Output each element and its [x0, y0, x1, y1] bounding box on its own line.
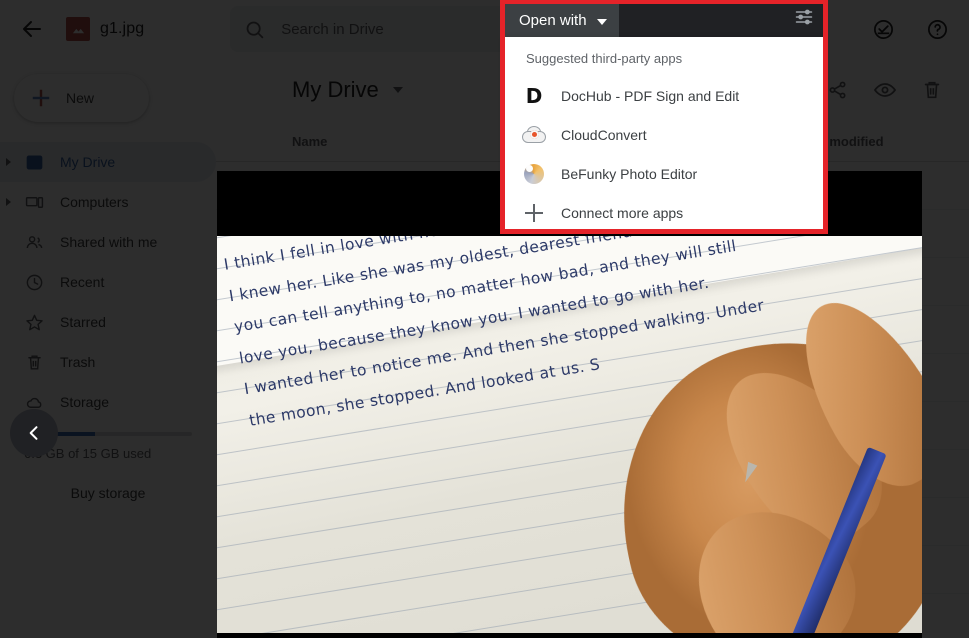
computer-icon — [24, 192, 44, 212]
sidebar-item-recent[interactable]: Recent — [0, 262, 216, 302]
cloudconvert-icon — [521, 122, 547, 148]
sidebar-item-label: Storage — [60, 394, 110, 410]
sidebar-item-label: My Drive — [60, 154, 116, 170]
buy-storage-button[interactable]: Buy storage — [0, 485, 216, 501]
content-action-icons — [827, 78, 969, 102]
search-options-icon[interactable] — [794, 7, 814, 27]
preview-eye-icon[interactable] — [873, 78, 897, 102]
collapse-sidebar-button[interactable] — [10, 409, 58, 457]
search-icon — [244, 19, 265, 40]
open-with-button[interactable]: Open with — [505, 4, 619, 37]
plus-icon — [521, 200, 547, 226]
chevron-right-icon[interactable] — [6, 198, 11, 206]
clock-icon — [24, 272, 44, 292]
sidebar-item-label: Shared with me — [60, 234, 158, 250]
befunky-icon — [521, 161, 547, 187]
chevron-right-icon[interactable] — [6, 158, 11, 166]
chevron-down-icon[interactable] — [392, 87, 403, 93]
file-name-label: g1.jpg — [100, 20, 145, 37]
back-button[interactable] — [8, 5, 56, 53]
image-file-icon — [66, 17, 90, 41]
menu-item-dochub[interactable]: D DocHub - PDF Sign and Edit — [505, 76, 823, 115]
sidebar-item-label: Recent — [60, 274, 105, 290]
page-title: My Drive — [292, 77, 379, 102]
sidebar-item-starred[interactable]: Starred — [0, 302, 216, 342]
dochub-icon: D — [525, 83, 543, 108]
sidebar-item-label: Computers — [60, 194, 129, 210]
menu-item-label: CloudConvert — [561, 126, 647, 143]
menu-section-label: Suggested third-party apps — [526, 51, 683, 66]
sidebar-item-trash[interactable]: Trash — [0, 342, 216, 382]
drive-icon — [24, 152, 44, 172]
open-with-menu-group: Open with Suggested third-party apps D D… — [500, 0, 828, 234]
help-icon[interactable] — [917, 9, 957, 49]
sidebar-item-my-drive[interactable]: My Drive — [0, 142, 216, 182]
people-icon — [24, 232, 44, 252]
menu-item-label: BeFunky Photo Editor — [561, 165, 698, 182]
sidebar-item-label: Starred — [60, 314, 106, 330]
sidebar-item-shared-with-me[interactable]: Shared with me — [0, 222, 216, 262]
new-button[interactable]: New — [14, 74, 149, 122]
sidebar-item-label: Trash — [60, 354, 96, 370]
file-title-chip: g1.jpg — [66, 17, 144, 41]
share-icon[interactable] — [827, 79, 849, 101]
sidebar: New My Drive Computers Shared with me Re… — [0, 58, 216, 638]
star-icon — [24, 312, 44, 332]
send-feedback-icon[interactable] — [863, 9, 903, 49]
chevron-down-icon — [596, 18, 607, 25]
trash-icon[interactable] — [921, 79, 943, 101]
trash-icon — [24, 352, 44, 372]
drive-file-preview-screen: g1.jpg Search in Drive New My Drive Comp… — [0, 0, 969, 638]
sidebar-item-computers[interactable]: Computers — [0, 182, 216, 222]
top-bar-actions — [863, 9, 969, 49]
plus-icon — [30, 87, 52, 109]
sidebar-nav-list: My Drive Computers Shared with me Recent… — [0, 142, 216, 422]
menu-item-connect-more-apps[interactable]: Connect more apps — [505, 193, 823, 232]
menu-item-label: Connect more apps — [561, 204, 684, 221]
open-with-dropdown-menu: Suggested third-party apps D DocHub - PD… — [505, 37, 823, 229]
open-with-label: Open with — [519, 12, 587, 29]
menu-item-label: DocHub - PDF Sign and Edit — [561, 87, 740, 104]
menu-item-cloudconvert[interactable]: CloudConvert — [505, 115, 823, 154]
image-preview-viewer[interactable]: I think I fell in love with her, a littl… — [217, 171, 922, 638]
new-button-label: New — [66, 90, 95, 106]
menu-item-befunky[interactable]: BeFunky Photo Editor — [505, 154, 823, 193]
preview-photo: I think I fell in love with her, a littl… — [217, 236, 922, 633]
